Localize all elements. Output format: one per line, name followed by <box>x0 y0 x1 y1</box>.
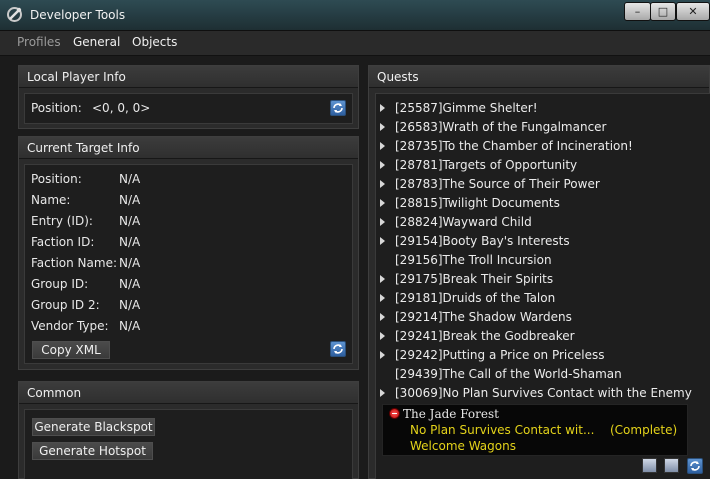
quest-tracker: The Jade Forest No Plan Survives Contact… <box>382 404 688 456</box>
target-field-label: Faction ID: <box>31 235 95 249</box>
copy-xml-button[interactable]: Copy XML <box>32 341 110 359</box>
quest-label: [25587]Gimme Shelter! <box>395 101 538 115</box>
quest-label: [29214]The Shadow Wardens <box>395 310 572 324</box>
position-label: Position: <box>31 101 82 115</box>
window-title: Developer Tools <box>30 8 126 22</box>
generate-hotspot-button[interactable]: Generate Hotspot <box>32 442 153 460</box>
close-button[interactable]: ✕ <box>676 2 710 21</box>
quest-label: [29154]Booty Bay's Interests <box>395 234 570 248</box>
expand-arrow-icon[interactable] <box>380 104 385 112</box>
generate-blackspot-button[interactable]: Generate Blackspot <box>32 418 155 436</box>
current-target-body: Position: N/A Name: N/A Entry (ID): N/A … <box>24 164 353 364</box>
quest-row[interactable]: [29156]The Troll Incursion <box>376 252 696 271</box>
quest-row[interactable]: [28781]Targets of Opportunity <box>376 157 696 176</box>
expand-arrow-icon[interactable] <box>380 313 385 321</box>
quests-header: Quests <box>369 66 709 88</box>
common-panel: Common Generate Blackspot Generate Hotsp… <box>18 381 359 479</box>
quest-label: [26583]Wrath of the Fungalmancer <box>395 120 607 134</box>
quest-row[interactable]: [29241]Break the Godbreaker <box>376 328 696 347</box>
quest-row[interactable]: [25587]Gimme Shelter! <box>376 100 696 119</box>
quest-row[interactable]: [29181]Druids of the Talon <box>376 290 696 309</box>
quest-row[interactable]: [29154]Booty Bay's Interests <box>376 233 696 252</box>
quest-label: [29439]The Call of the World-Shaman <box>395 367 622 381</box>
expand-arrow-icon[interactable] <box>380 218 385 226</box>
target-field-label: Entry (ID): <box>31 214 93 228</box>
tracker-zone: The Jade Forest <box>403 407 499 421</box>
expand-arrow-icon[interactable] <box>380 161 385 169</box>
target-field-label: Position: <box>31 172 82 186</box>
refresh-icon[interactable] <box>330 100 346 116</box>
expand-arrow-icon[interactable] <box>380 237 385 245</box>
local-player-body: Position: <0, 0, 0> <box>24 93 353 124</box>
copy-icon[interactable] <box>664 458 679 473</box>
quest-row[interactable]: [28815]Twilight Documents <box>376 195 696 214</box>
expand-arrow-icon[interactable] <box>380 180 385 188</box>
quest-label: [29241]Break the Godbreaker <box>395 329 575 343</box>
refresh-icon[interactable] <box>330 341 346 357</box>
quest-label: [29156]The Troll Incursion <box>395 253 552 267</box>
menu-bar: Profiles General Objects <box>0 31 710 56</box>
quest-label: [30069]No Plan Survives Contact with the… <box>395 386 692 400</box>
app-icon <box>7 7 22 22</box>
quest-row[interactable]: [29439]The Call of the World-Shaman <box>376 366 696 385</box>
tab-objects[interactable]: Objects <box>132 35 177 49</box>
quest-row[interactable]: [28735]To the Chamber of Incineration! <box>376 138 696 157</box>
quest-row[interactable]: [28783]The Source of Their Power <box>376 176 696 195</box>
expand-arrow-icon[interactable] <box>380 142 385 150</box>
target-field-label: Name: <box>31 193 71 207</box>
expand-arrow-icon[interactable] <box>380 351 385 359</box>
current-target-panel: Current Target Info Position: N/A Name: … <box>18 136 359 370</box>
tracker-quest: No Plan Survives Contact wit... <box>410 423 595 437</box>
refresh-icon[interactable] <box>687 458 703 474</box>
quest-label: [28824]Wayward Child <box>395 215 532 229</box>
expand-arrow-icon[interactable] <box>380 275 385 283</box>
tracker-status: (Complete) <box>610 423 678 437</box>
quest-label: [28781]Targets of Opportunity <box>395 158 578 172</box>
expand-arrow-icon[interactable] <box>380 332 385 340</box>
quest-row[interactable]: [30069]No Plan Survives Contact with the… <box>376 385 696 404</box>
target-field-value: N/A <box>119 193 141 207</box>
quest-row[interactable]: [28824]Wayward Child <box>376 214 696 233</box>
quest-label: [28783]The Source of Their Power <box>395 177 600 191</box>
target-field-value: N/A <box>119 319 141 333</box>
quest-label: [29181]Druids of the Talon <box>395 291 556 305</box>
target-field-value: N/A <box>119 235 141 249</box>
target-field-value: N/A <box>119 256 141 270</box>
tracker-quest-2: Welcome Wagons <box>410 439 516 453</box>
quest-row[interactable]: [29175]Break Their Spirits <box>376 271 696 290</box>
expand-arrow-icon[interactable] <box>380 389 385 397</box>
quest-row[interactable]: [26583]Wrath of the Fungalmancer <box>376 119 696 138</box>
common-header: Common <box>19 382 358 404</box>
tab-profiles[interactable]: Profiles <box>17 35 61 49</box>
target-field-label: Group ID: <box>31 277 89 291</box>
tab-general[interactable]: General <box>73 35 120 49</box>
common-body: Generate Blackspot Generate Hotspot <box>24 409 353 479</box>
target-field-value: N/A <box>119 172 141 186</box>
target-field-value: N/A <box>119 277 141 291</box>
target-field-label: Vendor Type: <box>31 319 109 333</box>
target-field-value: N/A <box>119 214 141 228</box>
target-field-value: N/A <box>119 298 141 312</box>
expand-arrow-icon[interactable] <box>380 123 385 131</box>
quest-label: [29242]Putting a Price on Priceless <box>395 348 605 362</box>
position-value: <0, 0, 0> <box>92 101 151 115</box>
target-field-label: Faction Name: <box>31 256 117 270</box>
current-target-header: Current Target Info <box>19 137 358 159</box>
target-field-label: Group ID 2: <box>31 298 100 312</box>
quest-row[interactable]: [29214]The Shadow Wardens <box>376 309 696 328</box>
collapse-icon[interactable] <box>389 408 400 419</box>
expand-arrow-icon[interactable] <box>380 199 385 207</box>
local-player-header: Local Player Info <box>19 66 358 88</box>
quest-label: [28815]Twilight Documents <box>395 196 560 210</box>
title-bar: Developer Tools – □ ✕ <box>0 0 710 31</box>
quest-label: [29175]Break Their Spirits <box>395 272 554 286</box>
minimize-button[interactable]: – <box>624 2 651 21</box>
expand-arrow-icon[interactable] <box>380 294 385 302</box>
quest-label: [28735]To the Chamber of Incineration! <box>395 139 633 153</box>
copy-icon[interactable] <box>642 458 657 473</box>
quest-row[interactable]: [29242]Putting a Price on Priceless <box>376 347 696 366</box>
maximize-button[interactable]: □ <box>650 2 676 21</box>
local-player-panel: Local Player Info Position: <0, 0, 0> <box>18 65 359 129</box>
